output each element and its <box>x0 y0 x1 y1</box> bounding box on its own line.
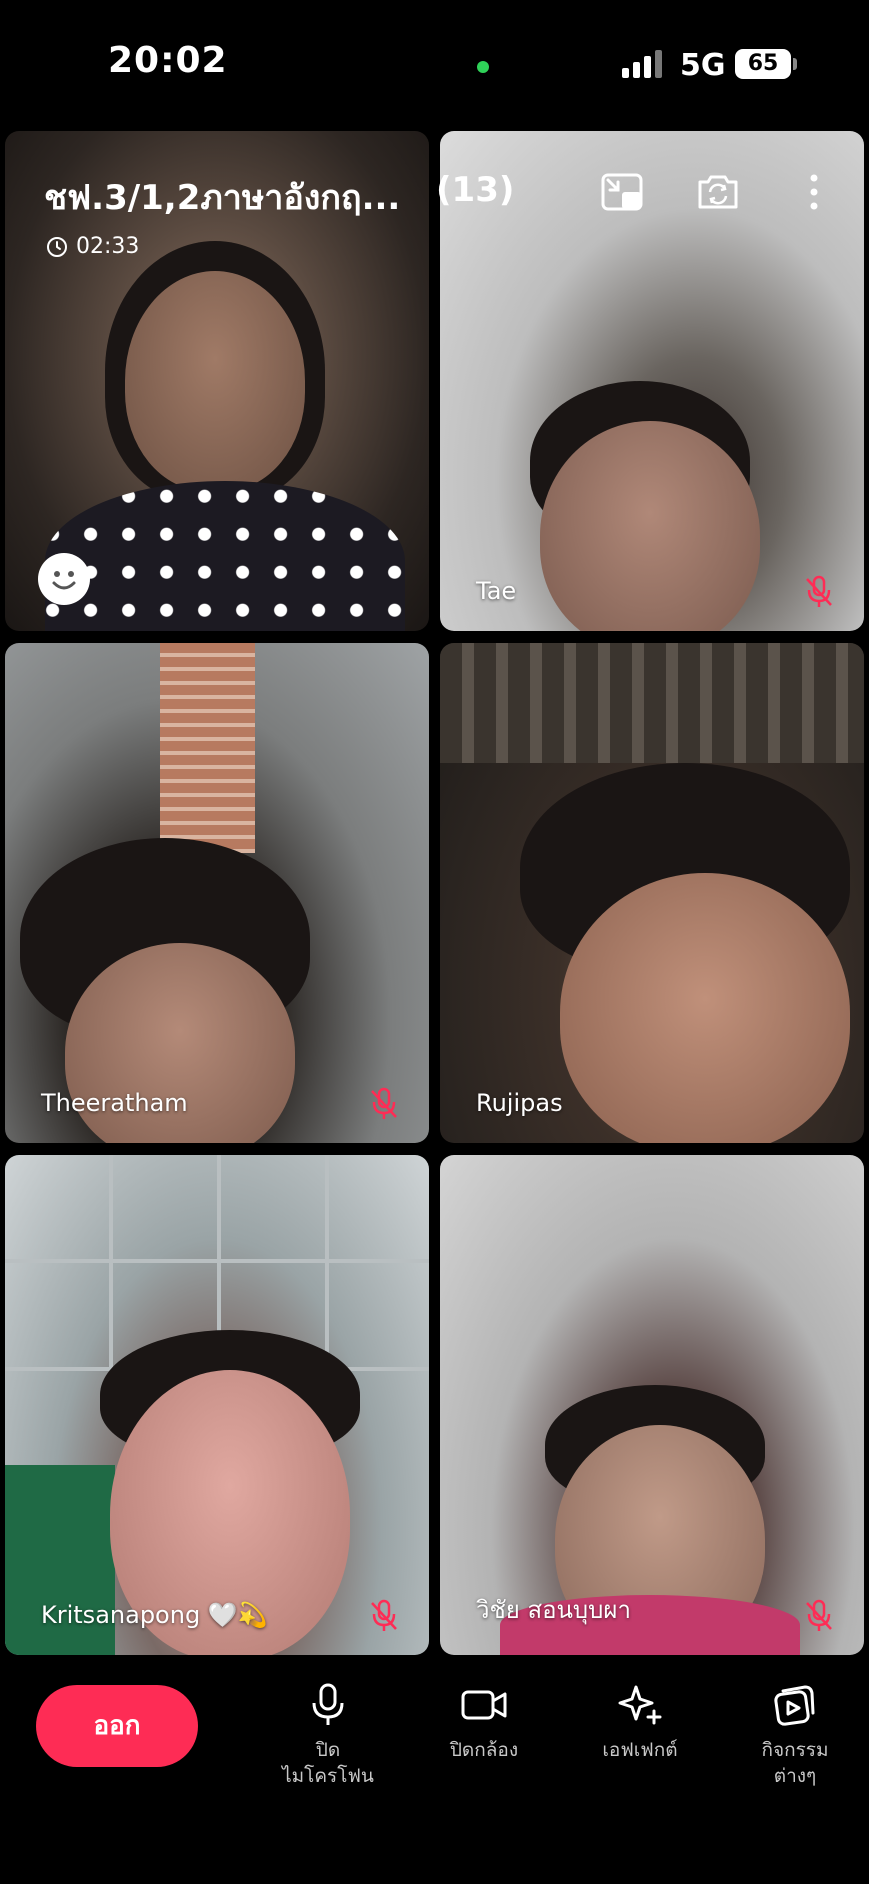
mic-label-line1: ปิด <box>315 1739 341 1761</box>
video-tile-wichai[interactable]: วิชัย สอนบุบผา <box>440 1155 864 1655</box>
recording-indicator-dot <box>477 61 489 73</box>
participant-name: Rujipas <box>476 1089 563 1117</box>
leave-button[interactable]: ออก <box>36 1685 198 1767</box>
participant-name: Kritsanapong 🤍💫 <box>41 1601 268 1629</box>
mic-muted-icon <box>371 1599 397 1631</box>
activities-button[interactable]: กิจกรรม ต่างๆ <box>735 1683 855 1789</box>
mic-muted-icon <box>806 575 832 607</box>
smiley-icon <box>52 571 76 590</box>
mute-mic-button[interactable]: ปิด ไมโครโฟน <box>268 1683 388 1789</box>
participant-name: วิชัย สอนบุบผา <box>476 1596 631 1624</box>
background-stairs <box>160 643 255 853</box>
video-tile-rujipas[interactable]: Rujipas <box>440 643 864 1143</box>
participant-face <box>125 271 305 491</box>
mic-muted-icon <box>806 1599 832 1631</box>
signal-icon <box>622 50 662 78</box>
status-time: 20:02 <box>108 40 228 81</box>
call-duration: 02:33 <box>76 234 140 259</box>
clock-icon <box>47 236 67 257</box>
reaction-button[interactable] <box>38 553 90 605</box>
pip-icon[interactable] <box>600 170 644 214</box>
video-tile-theeratham[interactable]: Theeratham <box>5 643 429 1143</box>
mic-icon <box>312 1683 344 1725</box>
network-type: 5G <box>680 48 726 83</box>
camera-label: ปิดกล้อง <box>449 1739 519 1761</box>
activities-label-line2: ต่างๆ <box>773 1765 817 1787</box>
battery-icon: 65 <box>735 49 791 79</box>
participant-count[interactable]: (13) <box>436 170 514 210</box>
call-title[interactable]: ชฟ.3/1,2ภาษาอังกฤ... <box>44 170 400 224</box>
background-roof <box>440 643 864 763</box>
call-timer: 02:33 <box>46 234 139 259</box>
participant-name: Theeratham <box>41 1089 188 1117</box>
sparkle-icon <box>618 1685 662 1725</box>
mic-muted-icon <box>371 1087 397 1119</box>
video-icon <box>461 1690 507 1720</box>
call-controls: ออก ปิด ไมโครโฟน ปิดกล้อง เอฟเฟกต์ กิจกร… <box>0 1655 869 1884</box>
battery-tip <box>793 58 797 70</box>
camera-off-button[interactable]: ปิดกล้อง <box>424 1683 544 1763</box>
more-icon[interactable] <box>792 170 836 214</box>
effects-button[interactable]: เอฟเฟกต์ <box>580 1683 700 1763</box>
participant-face <box>560 873 850 1143</box>
flip-camera-icon[interactable] <box>696 170 740 214</box>
activities-icon <box>774 1685 815 1726</box>
activities-label-line1: กิจกรรม <box>761 1739 829 1761</box>
mic-label-line2: ไมโครโฟน <box>282 1765 374 1787</box>
polka-dot-shirt <box>45 481 405 631</box>
video-tile-kritsanapong[interactable]: Kritsanapong 🤍💫 <box>5 1155 429 1655</box>
effects-label: เอฟเฟกต์ <box>602 1739 678 1761</box>
status-bar: 20:02 5G 65 <box>0 0 869 120</box>
participant-name: Tae <box>476 577 517 605</box>
